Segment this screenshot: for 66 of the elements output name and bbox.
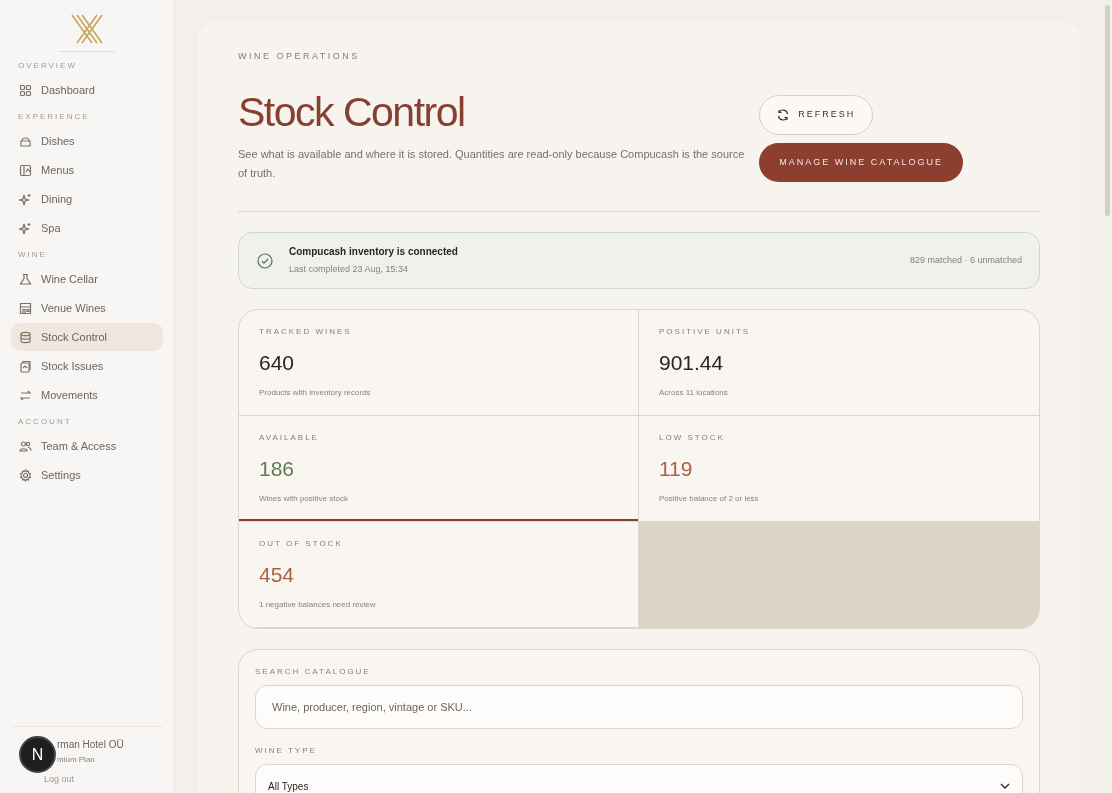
- clipboard-icon: [19, 359, 32, 373]
- flask-icon: [19, 272, 32, 286]
- page-title: Stock Control: [238, 87, 466, 137]
- search-label: SEARCH CATALOGUE: [255, 666, 372, 679]
- stat-label: LOW STOCK: [659, 432, 726, 445]
- account-name: rman Hotel OÜ: [57, 738, 125, 752]
- status-subtitle: Last completed 23 Aug, 15:34: [289, 263, 410, 277]
- section-heading: WINE: [17, 249, 48, 261]
- stat-value: 901.44: [659, 350, 725, 377]
- refresh-icon: [777, 109, 790, 121]
- sparkle-icon: [19, 192, 32, 206]
- sidebar-item[interactable]: Wine Cellar: [11, 265, 163, 293]
- sidebar-item[interactable]: Team & Access: [11, 432, 163, 460]
- stat-label: AVAILABLE: [259, 432, 320, 445]
- stat-tile[interactable]: TRACKED WINES 640 Products with inventory records: [239, 310, 639, 417]
- store-icon: [19, 301, 32, 315]
- sidebar-item[interactable]: Stock Control: [11, 323, 163, 351]
- refresh-button[interactable]: REFRESH: [759, 95, 874, 135]
- stat-label: TRACKED WINES: [259, 326, 353, 339]
- wine-type-select[interactable]: All Types: [255, 764, 1023, 793]
- sidebar-item[interactable]: Settings: [11, 461, 163, 489]
- section-heading: EXPERIENCE: [17, 111, 91, 123]
- menu-icon: [19, 163, 32, 177]
- stat-value: 119: [659, 456, 694, 483]
- section-heading: OVERVIEW: [17, 60, 78, 72]
- stat-note: Wines with positive stock: [259, 492, 349, 505]
- sidebar-item[interactable]: Venue Wines: [11, 294, 163, 322]
- sidebar-item[interactable]: Movements: [11, 381, 163, 409]
- wine-type-label: WINE TYPE: [255, 745, 318, 758]
- sidebar-item[interactable]: Stock Issues: [11, 352, 163, 380]
- sidebar-item[interactable]: Dishes: [11, 127, 163, 155]
- chevron-down-icon: [1000, 783, 1010, 790]
- check-circle-icon: [257, 252, 273, 269]
- stat-tile[interactable]: AVAILABLE 186 Wines with positive stock: [239, 416, 639, 523]
- status-title: Compucash inventory is connected: [289, 245, 459, 260]
- scrollbar-thumb[interactable]: [1105, 5, 1110, 216]
- eyebrow-label: WINE OPERATIONS: [238, 50, 361, 63]
- stat-value: 454: [259, 562, 296, 589]
- page-description: See what is available and where it is stored. Quantities are read-only because Compucash is the source of truth.: [238, 146, 746, 181]
- sidebar-item[interactable]: Dashboard: [11, 76, 163, 104]
- sparkle-icon: [19, 221, 32, 235]
- stat-label: OUT OF STOCK: [259, 538, 344, 551]
- arrows-icon: [19, 388, 32, 402]
- stat-tile[interactable]: POSITIVE UNITS 901.44 Across 11 locations: [639, 310, 1039, 417]
- stat-note: Products with inventory records: [259, 386, 372, 399]
- manage-catalogue-button[interactable]: MANAGE WINE CATALOGUE: [759, 143, 963, 182]
- database-icon: [19, 330, 32, 344]
- sidebar-item[interactable]: Menus: [11, 156, 163, 184]
- stat-note: Positive balance of 2 or less: [659, 492, 760, 505]
- stat-value: 186: [259, 456, 296, 483]
- dish-icon: [19, 134, 32, 148]
- sidebar-item[interactable]: Spa: [11, 214, 163, 242]
- grid-icon: [19, 83, 32, 97]
- stat-label: POSITIVE UNITS: [659, 326, 752, 339]
- stat-note: 1 negative balances need review: [259, 598, 377, 611]
- stat-note: Across 11 locations: [659, 386, 729, 399]
- account-plan: mium Plan: [57, 754, 96, 766]
- section-heading: ACCOUNT: [17, 416, 73, 428]
- gear-icon: [19, 468, 32, 482]
- stat-value: 640: [259, 350, 296, 377]
- sidebar-item[interactable]: Dining: [11, 185, 163, 213]
- match-summary: 829 matched · 6 unmatched: [909, 253, 1022, 267]
- logo-icon: [70, 14, 104, 44]
- users-icon: [19, 439, 32, 453]
- search-field[interactable]: Wine, producer, region, vintage or SKU...: [255, 685, 1023, 730]
- dev-tools-button[interactable]: N: [19, 736, 56, 773]
